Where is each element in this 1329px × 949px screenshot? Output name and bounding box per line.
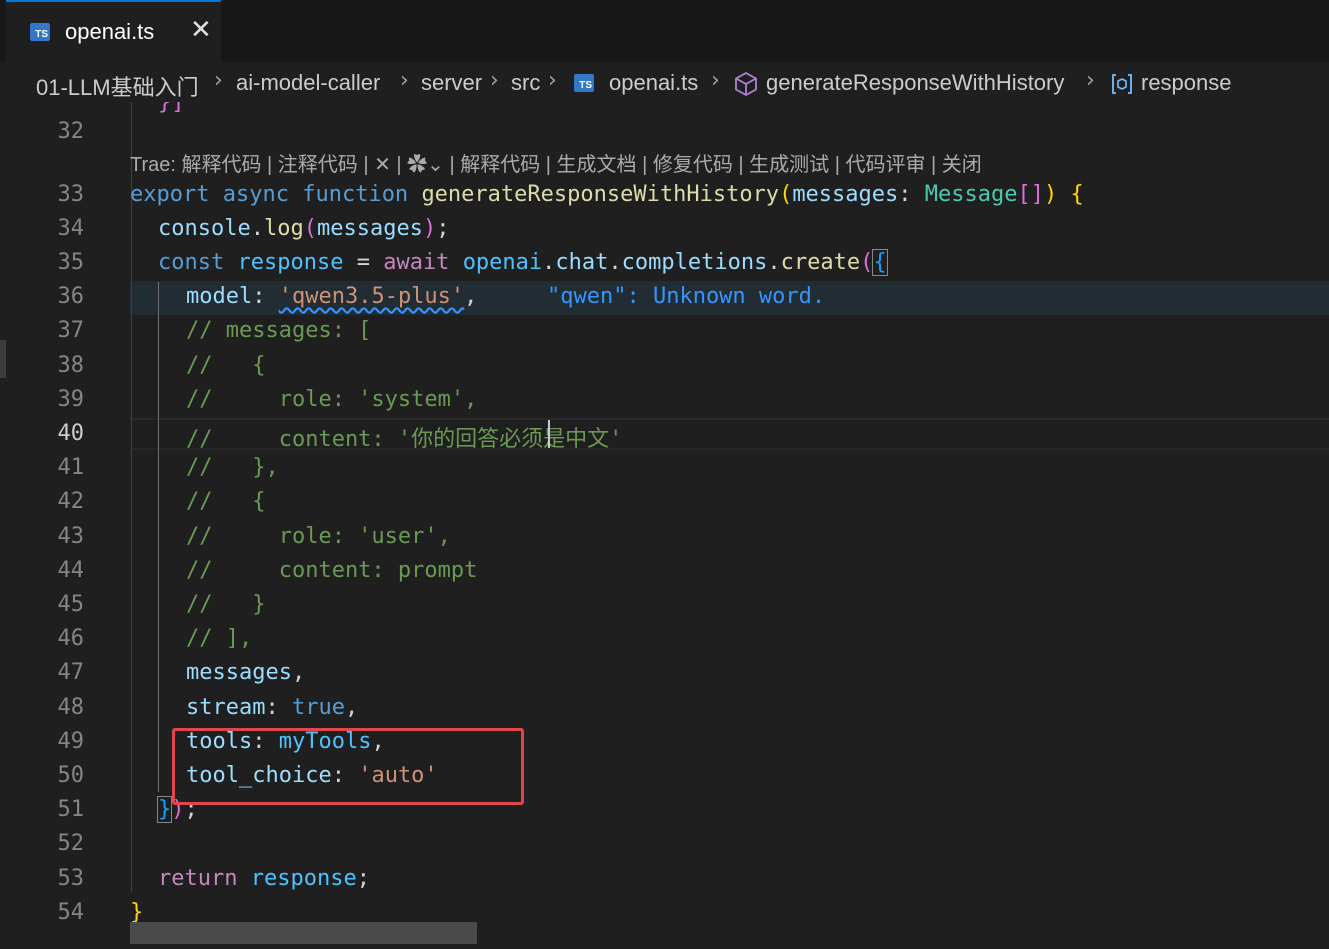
breadcrumb-item-src[interactable]: src xyxy=(511,70,540,96)
text-cursor xyxy=(548,420,550,448)
annotation-highlight-box xyxy=(172,728,524,805)
code-line-53: return response; xyxy=(158,866,370,891)
tab-label[interactable]: openai.ts xyxy=(65,19,154,45)
code-line-45: // } xyxy=(186,592,266,617)
code-token: log xyxy=(263,216,304,241)
horizontal-scrollbar[interactable] xyxy=(130,922,477,944)
close-icon[interactable]: ✕ xyxy=(190,15,212,45)
code-token: response xyxy=(250,866,357,891)
code-line-47: messages, xyxy=(186,660,306,685)
code-token: messages xyxy=(316,216,423,241)
code-line-44: // content: prompt xyxy=(186,558,478,583)
chevron-right-icon: › xyxy=(1086,68,1095,93)
code-line-38: // { xyxy=(186,353,266,378)
code-token: Message xyxy=(924,182,1018,207)
breadcrumb-item-variable[interactable]: response xyxy=(1141,70,1232,96)
line-number: 37 xyxy=(57,318,85,343)
tab-openai-ts[interactable]: TS openai.ts ✕ xyxy=(6,0,221,62)
breadcrumb-item-function[interactable]: generateResponseWithHistory xyxy=(766,70,1064,96)
line-number: 38 xyxy=(57,353,85,378)
code-token: messages xyxy=(792,182,899,207)
code-line-42: // { xyxy=(186,489,266,514)
chevron-right-icon: › xyxy=(490,68,499,93)
line-number: 42 xyxy=(57,489,85,514)
code-token: 'qwen3.5-plus' xyxy=(278,284,465,309)
line-number: 32 xyxy=(57,119,85,144)
code-line-40: // content: '你的回答必须是中文' xyxy=(186,427,623,452)
code-token: chat xyxy=(555,250,609,275)
code-line-48: stream: true, xyxy=(186,695,359,720)
code-line-36: model: 'qwen3.5-plus', xyxy=(186,284,478,309)
line-number: 47 xyxy=(57,660,85,685)
line-number: 52 xyxy=(57,831,85,856)
line-number: 54 xyxy=(57,900,85,925)
typescript-file-icon: TS xyxy=(574,74,594,92)
symbol-variable-icon xyxy=(1112,74,1132,94)
chevron-right-icon: › xyxy=(711,68,720,93)
code-token: true xyxy=(291,695,345,720)
line-number: 44 xyxy=(57,558,85,583)
indent-guide xyxy=(131,102,132,892)
diagnostic-message: "qwen": Unknown word. xyxy=(547,284,826,309)
code-token: messages xyxy=(186,660,292,685)
line-number-active: 40 xyxy=(57,421,85,446)
line-number: 51 xyxy=(57,797,85,822)
code-editor[interactable]: }] 32 33 34 35 36 37 38 39 40 41 42 43 4… xyxy=(0,102,1329,949)
line-number: 53 xyxy=(57,866,85,891)
code-token: model xyxy=(186,284,253,309)
code-token: stream xyxy=(186,695,266,720)
line-number: 34 xyxy=(57,216,85,241)
code-line-35: const response = await openai.chat.compl… xyxy=(158,249,888,276)
line-number: 46 xyxy=(57,626,85,651)
code-token: export xyxy=(130,182,210,207)
line-number: 35 xyxy=(57,250,85,275)
line-number: 41 xyxy=(57,455,85,480)
code-line-46: // ], xyxy=(186,626,253,651)
line-number: 45 xyxy=(57,592,85,617)
code-token: openai xyxy=(462,250,543,275)
breadcrumb-item-folder-root[interactable]: 01-LLM基础入门 xyxy=(36,70,199,102)
code-token: completions xyxy=(621,250,768,275)
code-line-43: // role: 'user', xyxy=(186,524,451,549)
code-line-39: // role: 'system', xyxy=(186,387,478,412)
code-token: await xyxy=(383,250,450,275)
line-number: 33 xyxy=(57,182,85,207)
breadcrumb-item-project[interactable]: ai-model-caller xyxy=(236,70,380,96)
code-token: }] xyxy=(158,102,185,115)
code-token: function xyxy=(302,182,409,207)
typescript-file-icon: TS xyxy=(30,23,50,41)
line-number: 50 xyxy=(57,763,85,788)
line-number: 48 xyxy=(57,695,85,720)
chevron-right-icon: › xyxy=(214,68,223,93)
code-token: generateResponseWithHistory xyxy=(421,182,780,207)
line-number: 39 xyxy=(57,387,85,412)
code-token: console xyxy=(158,216,251,241)
code-token: response xyxy=(237,250,344,275)
breadcrumb-item-file[interactable]: openai.ts xyxy=(609,70,698,96)
code-token: create xyxy=(780,250,861,275)
code-line-31: }] xyxy=(158,102,185,115)
line-number: 43 xyxy=(57,524,85,549)
indent-guide-active xyxy=(158,282,159,792)
breadcrumb-item-server[interactable]: server xyxy=(421,70,482,96)
code-line-34: console.log(messages); xyxy=(158,216,450,241)
chevron-right-icon: › xyxy=(548,68,557,93)
code-line-33: export async function generateResponseWi… xyxy=(130,182,1084,207)
chevron-right-icon: › xyxy=(400,68,409,93)
symbol-method-icon xyxy=(735,71,757,97)
code-token: return xyxy=(158,866,238,891)
breadcrumb: 01-LLM基础入门 › ai-model-caller › server › … xyxy=(0,62,1329,102)
line-number: 36 xyxy=(57,284,85,309)
code-line-41: // }, xyxy=(186,455,279,480)
line-number: 49 xyxy=(57,729,85,754)
trae-codelens[interactable]: Trae: 解释代码 | 注释代码 | ✕ | ✿⌄ | 解释代码 | 生成文档… xyxy=(130,148,982,177)
code-token: async xyxy=(222,182,289,207)
code-token: const xyxy=(158,250,225,275)
tab-bar: TS openai.ts ✕ xyxy=(0,0,1329,62)
code-line-37: // messages: [ xyxy=(186,318,372,343)
